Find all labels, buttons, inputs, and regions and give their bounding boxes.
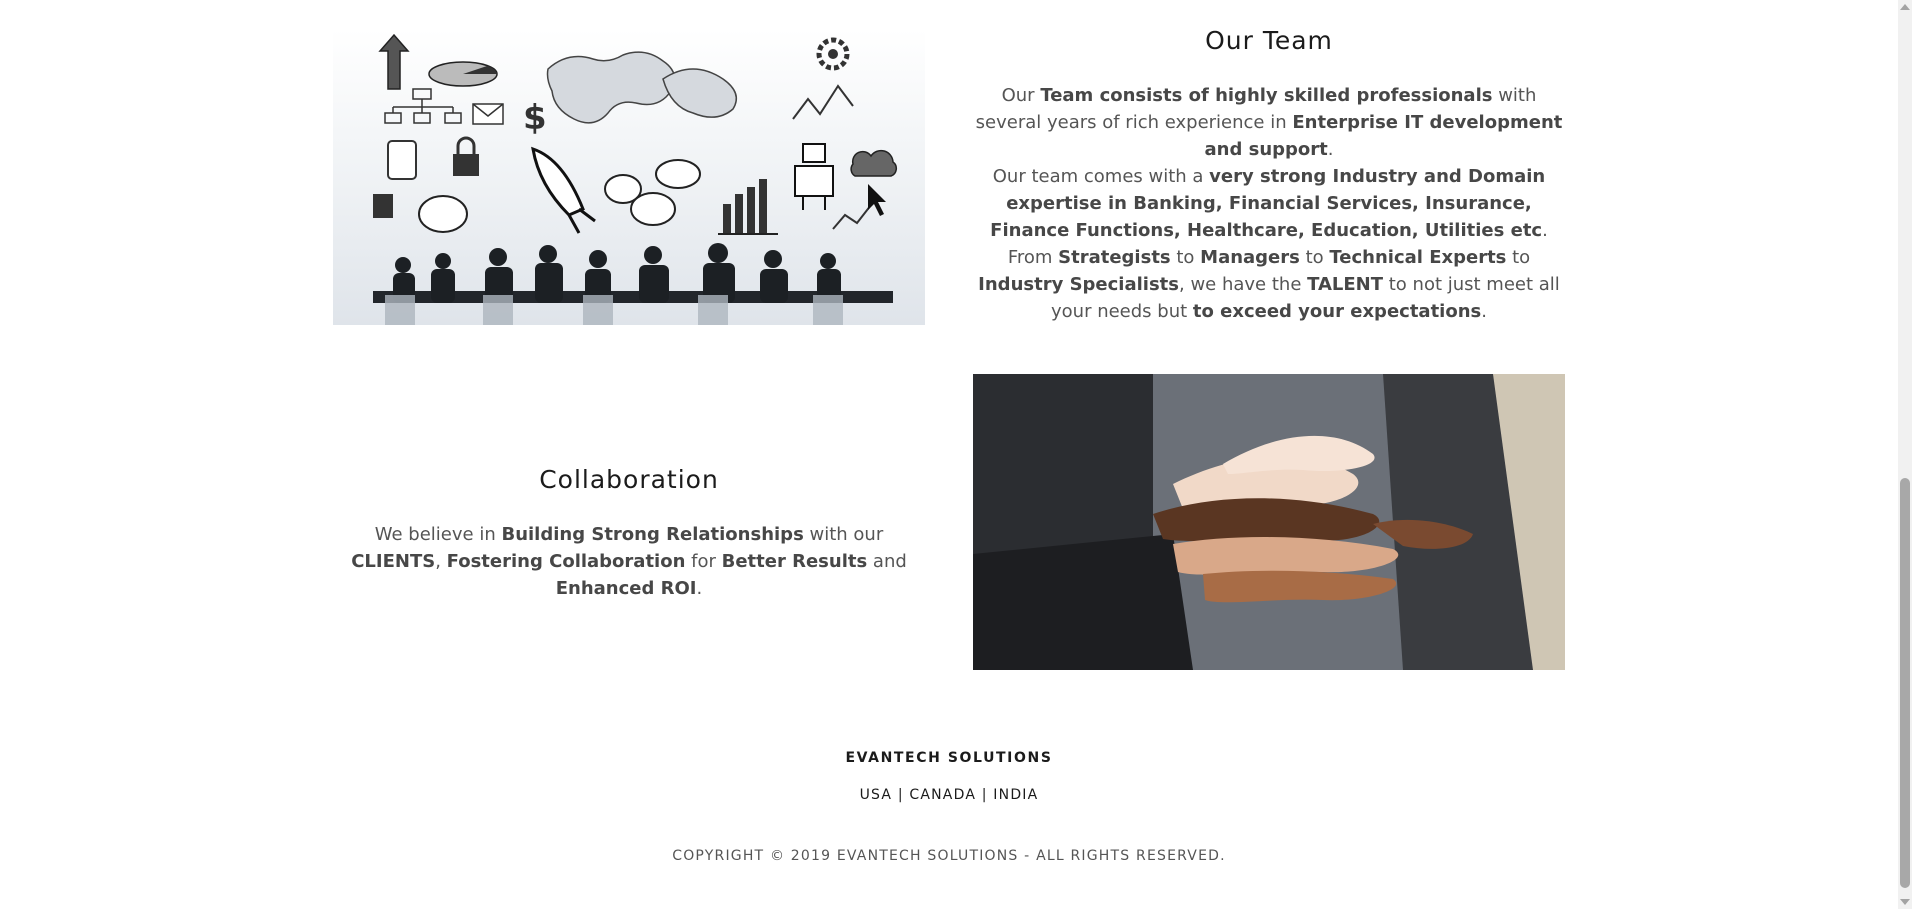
scrollbar-thumb[interactable] [1900, 478, 1910, 888]
team-heading: Our Team [1205, 26, 1333, 55]
footer-locations: USA | CANADA | INDIA [859, 787, 1039, 803]
svg-text:$: $ [523, 98, 547, 138]
hands-together-image [973, 374, 1565, 670]
collaboration-heading: Collaboration [539, 465, 719, 494]
page: $ Our Team Our Team consists of highly s… [0, 0, 1912, 909]
collaboration-paragraph: We believe in Building Strong Relationsh… [351, 524, 907, 599]
footer-copyright: COPYRIGHT © 2019 EVANTECH SOLUTIONS - AL… [672, 848, 1226, 864]
vertical-scrollbar[interactable] [1898, 0, 1912, 909]
team-paragraph-2: Our team comes with a very strong Indust… [978, 166, 1560, 322]
scroll-up-arrow-icon[interactable] [1900, 4, 1910, 10]
team-paragraph-1: Our Team consists of highly skilled prof… [975, 85, 1563, 160]
scroll-down-arrow-icon[interactable] [1900, 899, 1910, 905]
footer-brand-name: EVANTECH SOLUTIONS [845, 750, 1053, 766]
team-meeting-image: $ [333, 29, 925, 325]
